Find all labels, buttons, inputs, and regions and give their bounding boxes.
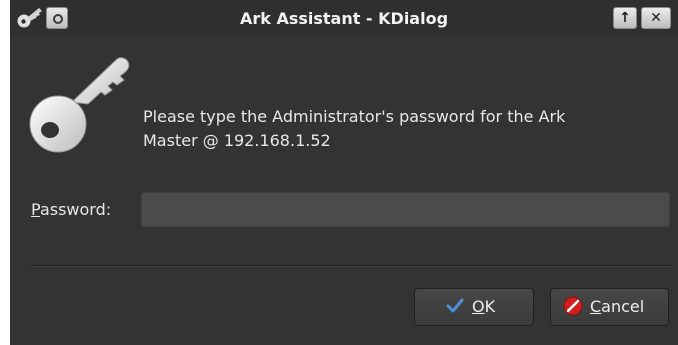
cancel-label: ancel: [601, 297, 645, 316]
keep-above-button[interactable]: ↑: [613, 7, 637, 29]
password-label-text: assword:: [39, 200, 112, 219]
cancel-button[interactable]: Cancel: [550, 288, 669, 326]
checkmark-icon: [446, 298, 464, 312]
title-bar[interactable]: Ark Assistant - KDialog ↑ ✕: [10, 0, 678, 36]
dialog-window: Ark Assistant - KDialog ↑ ✕ Please type …: [10, 0, 678, 345]
cancel-mnemonic: C: [590, 297, 602, 316]
ok-label: K: [484, 297, 496, 316]
cancel-icon: [563, 296, 583, 315]
key-icon: [29, 57, 130, 153]
close-icon: ✕: [650, 10, 662, 26]
ok-mnemonic: O: [472, 297, 485, 316]
password-label: Password:: [31, 200, 111, 220]
divider: [30, 265, 671, 267]
window-title: Ark Assistant - KDialog: [239, 9, 449, 28]
ok-button[interactable]: OK: [414, 288, 534, 326]
close-button[interactable]: ✕: [641, 7, 671, 29]
message-line: Please type the Administrator's password…: [143, 107, 566, 126]
password-input[interactable]: [141, 192, 670, 227]
dialog-message: Please type the Administrator's password…: [143, 105, 673, 153]
password-label-mnemonic: P: [31, 200, 40, 219]
arrow-up-icon: ↑: [619, 10, 631, 26]
message-line: Master @ 192.168.1.52: [143, 131, 331, 150]
